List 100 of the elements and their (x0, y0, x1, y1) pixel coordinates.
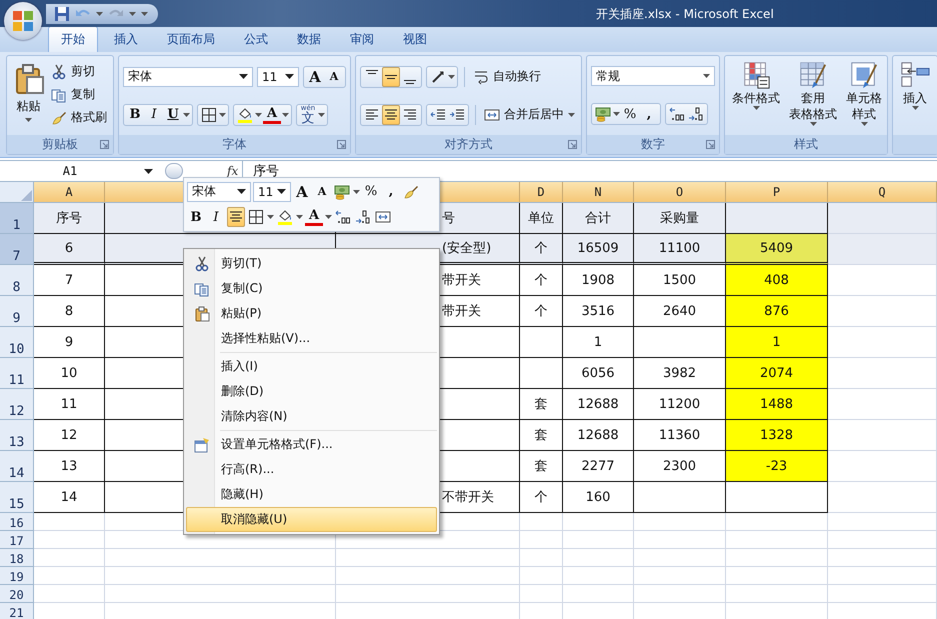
ribbon-tab[interactable]: 视图 (390, 26, 440, 52)
insert-button[interactable]: 插入 (897, 60, 933, 132)
bold-button[interactable]: B (187, 207, 205, 228)
font-name-field[interactable]: 宋体 (123, 66, 253, 86)
ribbon-tab[interactable]: 页面布局 (154, 26, 228, 52)
italic-button[interactable]: I (145, 104, 163, 124)
menu-item[interactable]: 行高(R)... (186, 457, 437, 482)
ribbon-tab[interactable]: 插入 (101, 26, 151, 52)
caret-icon[interactable] (613, 112, 620, 116)
ribbon-tab[interactable]: 审阅 (337, 26, 387, 52)
caret-icon[interactable] (183, 112, 190, 116)
dropdown-arrow-icon (285, 74, 294, 79)
column-header[interactable]: Q (828, 182, 937, 203)
percent-button[interactable]: % (621, 104, 639, 124)
menu-item[interactable]: 删除(D) (186, 379, 437, 404)
column-header[interactable]: A (34, 182, 105, 203)
font-name-field[interactable]: 宋体 (187, 182, 251, 202)
table-cell (520, 585, 563, 603)
window-title: 开关插座.xlsx - Microsoft Excel (596, 6, 774, 23)
font-size-field[interactable]: 11 (257, 66, 299, 86)
style-button[interactable]: 条件格式 (729, 60, 783, 132)
name-box[interactable]: A1 (0, 164, 140, 178)
italic-button[interactable]: I (207, 207, 225, 228)
row-header[interactable]: 14 (0, 451, 34, 482)
cell-style-icon (849, 60, 879, 90)
dialog-launcher-icon[interactable] (568, 140, 577, 149)
row-header[interactable]: 1 (0, 203, 34, 234)
column-header[interactable]: P (726, 182, 828, 203)
menu-item[interactable]: 取消隐藏(U) (186, 507, 437, 532)
menu-item[interactable]: 清除内容(N) (186, 404, 437, 429)
row-header[interactable]: 8 (0, 265, 34, 296)
save-icon[interactable] (54, 6, 70, 22)
shrink-font-button[interactable]: A (325, 66, 343, 86)
row-header[interactable]: 15 (0, 482, 34, 513)
dialog-launcher-icon[interactable] (337, 140, 346, 149)
comma-button[interactable]: , (382, 182, 400, 202)
column-header[interactable]: N (563, 182, 634, 203)
caret-icon[interactable] (318, 112, 325, 116)
brush-icon (403, 184, 419, 200)
clipboard-button[interactable]: 格式刷 (49, 108, 109, 127)
wrap-text-button[interactable]: 自动换行 (471, 67, 543, 86)
dialog-launcher-icon[interactable] (706, 140, 715, 149)
copy-icon (51, 86, 67, 102)
row-header[interactable]: 13 (0, 420, 34, 451)
caret-icon[interactable] (282, 112, 289, 116)
bold-button[interactable]: B (126, 104, 144, 124)
grow-font-button[interactable]: A (306, 66, 324, 86)
font-size-field[interactable]: 11 (253, 182, 291, 202)
align-button[interactable] (382, 104, 400, 124)
caret-icon[interactable] (96, 12, 103, 16)
caret-icon[interactable] (296, 215, 303, 220)
dialog-launcher-icon[interactable] (100, 140, 109, 149)
menu-item[interactable]: 插入(I) (186, 354, 437, 379)
caret-icon[interactable] (353, 190, 360, 194)
row-header[interactable]: 9 (0, 296, 34, 327)
align-button[interactable] (382, 66, 400, 86)
number-format-field[interactable]: 常规 (591, 66, 715, 86)
align-center-button[interactable] (227, 207, 245, 228)
office-button[interactable] (4, 2, 42, 40)
row-header[interactable]: 19 (0, 567, 34, 585)
clipboard-button[interactable]: 复制 (49, 85, 109, 104)
paste-button[interactable]: 粘贴 (11, 59, 46, 132)
table-cell (520, 358, 563, 389)
style-button[interactable]: 单元格 样式 (843, 60, 885, 132)
shrink-font-button[interactable]: A (313, 182, 331, 202)
row-header[interactable]: 20 (0, 585, 34, 603)
comma-button[interactable]: , (640, 104, 658, 124)
caret-icon[interactable] (219, 112, 226, 116)
merge-center-button[interactable]: 合并后居中 (482, 105, 577, 124)
caret-icon (860, 122, 868, 126)
table-cell (563, 549, 634, 567)
ribbon-tab[interactable]: 数据 (284, 26, 334, 52)
column-header[interactable]: O (634, 182, 726, 203)
row-header[interactable]: 18 (0, 549, 34, 567)
dropdown-arrow-icon[interactable] (144, 168, 153, 174)
ribbon-tab[interactable]: 公式 (231, 26, 281, 52)
row-header[interactable]: 7 (0, 234, 34, 265)
font-color-button[interactable]: A (305, 208, 323, 226)
column-header[interactable]: D (520, 182, 563, 203)
style-button[interactable]: 套用 表格格式 (786, 60, 840, 132)
grow-font-button[interactable]: A (293, 182, 311, 202)
row-header[interactable]: 12 (0, 389, 34, 420)
row-header[interactable]: 11 (0, 358, 34, 389)
underline-button[interactable]: U (164, 104, 182, 124)
row-header[interactable]: 17 (0, 531, 34, 549)
caret-icon[interactable] (255, 112, 262, 116)
row-header[interactable]: 10 (0, 327, 34, 358)
caret-icon[interactable] (448, 74, 455, 78)
clipboard-button[interactable]: 剪切 (49, 62, 109, 81)
row-header[interactable]: 21 (0, 603, 34, 619)
ribbon-tab[interactable]: 开始 (48, 26, 98, 52)
insert-function-button[interactable]: fx (227, 164, 238, 178)
percent-button[interactable]: % (362, 182, 380, 202)
menu-item[interactable]: 设置单元格格式(F)... (186, 432, 437, 457)
menu-item[interactable]: 选择性粘贴(V)... (186, 326, 437, 351)
row-header[interactable]: 16 (0, 513, 34, 531)
resize-handle[interactable] (165, 163, 183, 179)
caret-icon[interactable] (325, 215, 332, 220)
table-cell (520, 327, 563, 358)
caret-icon[interactable] (267, 215, 274, 220)
